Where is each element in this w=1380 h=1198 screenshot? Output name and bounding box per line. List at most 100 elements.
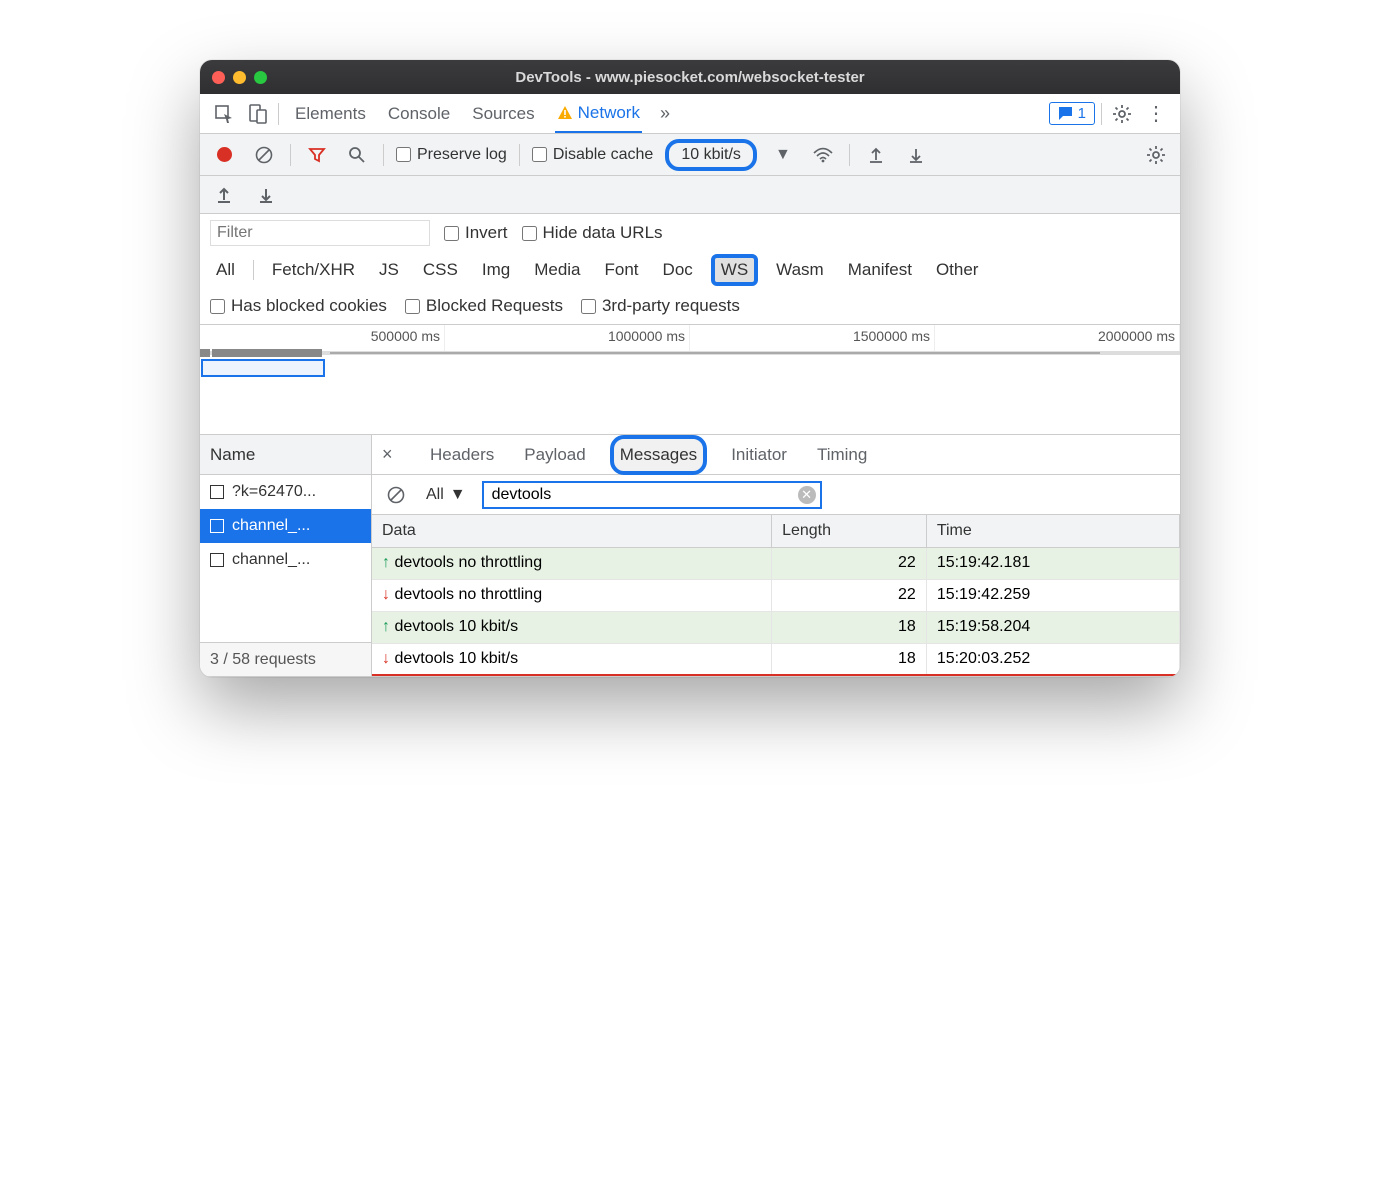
message-row[interactable]: ↑ devtools 10 kbit/s1815:19:58.204	[372, 611, 1180, 643]
message-row[interactable]: ↓ devtools 10 kbit/s1815:20:03.252	[372, 643, 1180, 675]
main-tabs: Elements Console Sources Network »	[293, 94, 670, 133]
requests-column-header[interactable]: Name	[200, 435, 371, 475]
arrow-down-icon: ↓	[382, 650, 390, 667]
clear-icon[interactable]	[250, 141, 278, 169]
download-icon[interactable]	[252, 181, 280, 209]
network-toolbar: Preserve log Disable cache 10 kbit/s ▼	[200, 134, 1180, 176]
throttling-chevron-icon[interactable]: ▼	[769, 141, 797, 169]
message-filter-input[interactable]	[482, 481, 822, 509]
filter-icon[interactable]	[303, 141, 331, 169]
requests-pane: Name ?k=62470... channel_... channel_... 3…	[200, 435, 372, 676]
upload-icon[interactable]	[210, 181, 238, 209]
type-filter-media[interactable]: Media	[528, 258, 586, 282]
detail-tab-payload[interactable]: Payload	[518, 439, 591, 471]
type-filter-ws[interactable]: WS	[711, 254, 758, 286]
message-type-dropdown[interactable]: All ▼	[420, 486, 472, 504]
clear-filter-icon[interactable]: ✕	[798, 486, 816, 504]
record-button[interactable]	[210, 141, 238, 169]
request-name: ?k=62470...	[232, 483, 316, 501]
divider	[383, 144, 384, 166]
type-filter-img[interactable]: Img	[476, 258, 516, 282]
invert-checkbox[interactable]: Invert	[444, 223, 508, 243]
requests-status: 3 / 58 requests	[200, 642, 371, 676]
messages-col-length[interactable]: Length	[772, 515, 927, 547]
detail-tab-messages[interactable]: Messages	[610, 435, 707, 475]
detail-tab-timing[interactable]: Timing	[811, 439, 873, 471]
disable-cache-label: Disable cache	[553, 146, 654, 164]
type-filter-fetchxhr[interactable]: Fetch/XHR	[266, 258, 361, 282]
has-blocked-cookies-checkbox[interactable]: Has blocked cookies	[210, 296, 387, 316]
requests-split: Name ?k=62470... channel_... channel_... 3…	[200, 435, 1180, 677]
timeline-selection[interactable]	[201, 359, 325, 377]
messages-col-data[interactable]: Data	[372, 515, 772, 547]
timeline-tick: 500000 ms	[200, 325, 445, 351]
search-icon[interactable]	[343, 141, 371, 169]
tab-network[interactable]: Network	[555, 94, 642, 133]
tab-elements[interactable]: Elements	[293, 94, 368, 133]
type-filter-wasm[interactable]: Wasm	[770, 258, 830, 282]
divider	[290, 144, 291, 166]
tab-sources[interactable]: Sources	[470, 94, 536, 133]
detail-tab-initiator[interactable]: Initiator	[725, 439, 793, 471]
timeline-tick: 2000000 ms	[935, 325, 1180, 351]
message-data: ↑ devtools 10 kbit/s	[372, 611, 772, 643]
third-party-checkbox[interactable]: 3rd-party requests	[581, 296, 740, 316]
arrow-up-icon: ↑	[382, 618, 390, 635]
messages-col-time[interactable]: Time	[926, 515, 1179, 547]
hide-data-urls-label: Hide data URLs	[543, 223, 663, 243]
message-row[interactable]: ↓ devtools no throttling2215:19:42.259	[372, 579, 1180, 611]
message-data: ↓ devtools 10 kbit/s	[372, 643, 772, 675]
request-row[interactable]: ?k=62470...	[200, 475, 371, 509]
type-filter-font[interactable]: Font	[599, 258, 645, 282]
tab-sources-label: Sources	[472, 104, 534, 124]
messages-table: DataLengthTime ↑ devtools no throttling2…	[372, 515, 1180, 676]
import-har-icon[interactable]	[862, 141, 890, 169]
type-filter-doc[interactable]: Doc	[657, 258, 699, 282]
blocked-requests-checkbox[interactable]: Blocked Requests	[405, 296, 563, 316]
request-row[interactable]: channel_...	[200, 543, 371, 577]
titlebar: DevTools - www.piesocket.com/websocket-t…	[200, 60, 1180, 94]
message-data: ↑ devtools no throttling	[372, 547, 772, 579]
throttling-value: 10 kbit/s	[681, 146, 741, 163]
more-tabs-icon[interactable]: »	[660, 100, 670, 128]
settings-icon[interactable]	[1108, 100, 1136, 128]
third-party-label: 3rd-party requests	[602, 296, 740, 316]
filter-bar: Invert Hide data URLs All Fetch/XHR JS CSS I…	[200, 214, 1180, 325]
throttling-dropdown[interactable]: 10 kbit/s	[665, 139, 757, 171]
tab-console-label: Console	[388, 104, 450, 124]
tab-elements-label: Elements	[295, 104, 366, 124]
clear-messages-icon[interactable]	[382, 481, 410, 509]
type-filter-js[interactable]: JS	[373, 258, 405, 282]
timeline-tick: 1500000 ms	[690, 325, 935, 351]
network-conditions-icon[interactable]	[809, 141, 837, 169]
export-har-icon[interactable]	[902, 141, 930, 169]
has-blocked-label: Has blocked cookies	[231, 296, 387, 316]
kebab-menu-icon[interactable]: ⋮	[1142, 100, 1170, 128]
message-row[interactable]: ↑ devtools no throttling2215:19:42.181	[372, 547, 1180, 579]
device-toolbar-icon[interactable]	[244, 100, 272, 128]
request-name: channel_...	[232, 517, 310, 535]
type-filter-other[interactable]: Other	[930, 258, 985, 282]
filter-input[interactable]	[210, 220, 430, 246]
message-length: 18	[772, 611, 927, 643]
type-filter-manifest[interactable]: Manifest	[842, 258, 918, 282]
message-data: ↓ devtools no throttling	[372, 579, 772, 611]
type-filter-css[interactable]: CSS	[417, 258, 464, 282]
disable-cache-checkbox[interactable]: Disable cache	[532, 146, 654, 164]
inspect-element-icon[interactable]	[210, 100, 238, 128]
type-filter-all[interactable]: All	[210, 258, 241, 282]
detail-tab-headers[interactable]: Headers	[424, 439, 500, 471]
file-icon	[210, 485, 224, 499]
preserve-log-checkbox[interactable]: Preserve log	[396, 146, 507, 164]
hide-data-urls-checkbox[interactable]: Hide data URLs	[522, 223, 663, 243]
warning-icon	[557, 105, 573, 121]
close-detail-icon[interactable]: ×	[382, 444, 406, 465]
network-settings-icon[interactable]	[1142, 141, 1170, 169]
divider	[1101, 103, 1102, 125]
tab-console[interactable]: Console	[386, 94, 452, 133]
request-name: channel_...	[232, 551, 310, 569]
timeline-overview[interactable]: 500000 ms1000000 ms1500000 ms2000000 ms	[200, 325, 1180, 435]
message-time: 15:20:03.252	[926, 643, 1179, 675]
request-row[interactable]: channel_...	[200, 509, 371, 543]
issues-badge[interactable]: 1	[1049, 102, 1095, 125]
